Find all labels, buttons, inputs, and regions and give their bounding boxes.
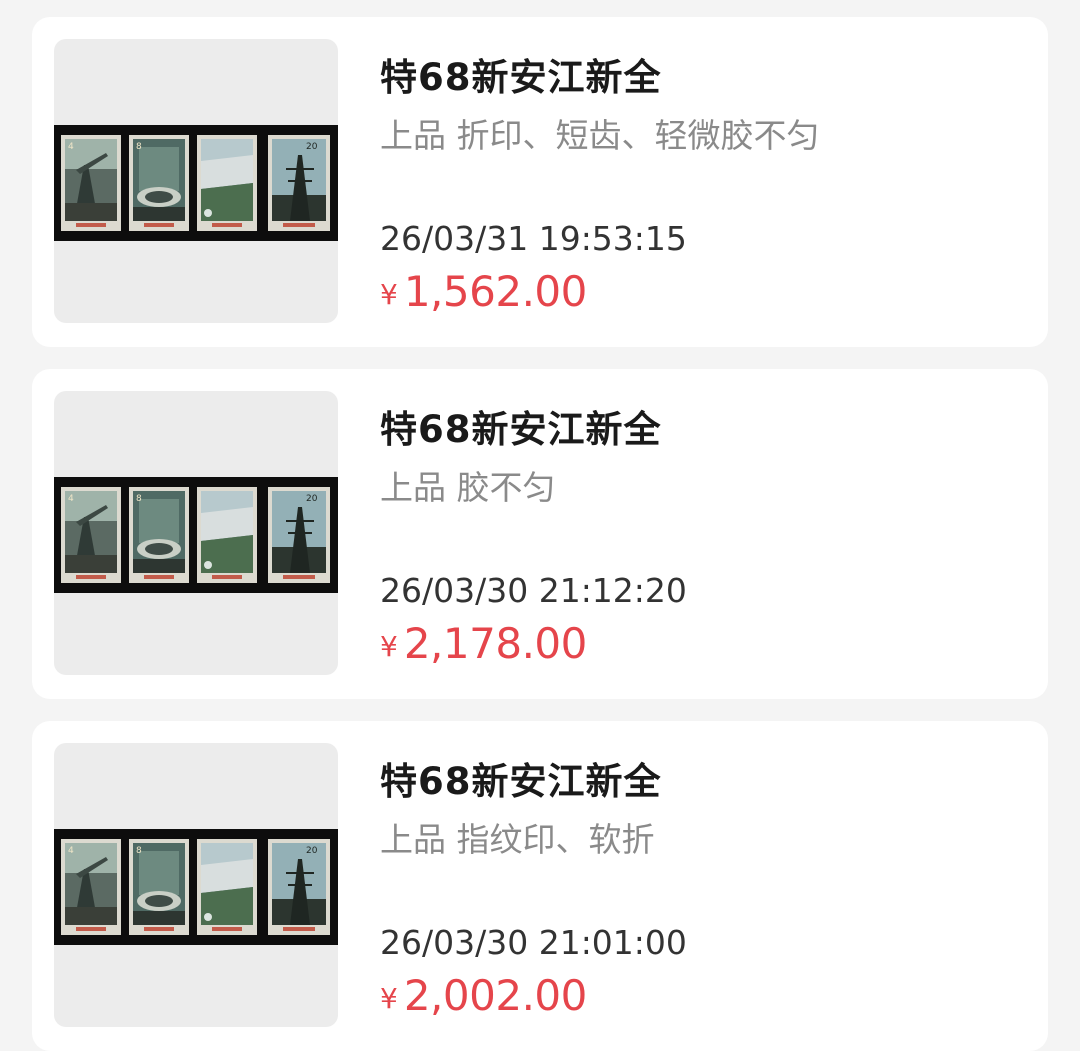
svg-text:20: 20 [306,142,318,152]
stamp-set-image: 4 8 20 [54,477,338,593]
stamp-set-thumbnail[interactable]: 4 8 20 [54,391,338,675]
listing-condition: 上品 指纹印、软折 [380,820,655,859]
price-amount: 2,002.00 [403,971,588,1020]
stamp-set-image: 4 8 20 [54,829,338,945]
stamp-set-thumbnail[interactable]: 4 8 20 [54,39,338,323]
currency-symbol: ¥ [380,982,398,1015]
svg-text:20: 20 [306,846,318,856]
svg-text:8: 8 [136,846,142,856]
listing-title[interactable]: 特68新安江新全 [380,751,662,805]
svg-text:8: 8 [136,494,142,504]
svg-text:20: 20 [306,494,318,504]
listing-condition: 上品 折印、短齿、轻微胶不匀 [380,116,820,155]
listing-price: ¥1,562.00 [380,267,587,316]
listing-card[interactable]: 4 8 20 特68新安江新全 上品 指纹印、软折 26/03/30 21:01… [32,721,1048,1051]
svg-text:8: 8 [136,142,142,152]
listing-card[interactable]: 4 8 20 特68新安江新全 上品 胶不匀 26/03/30 21:12:20… [32,369,1048,699]
listing-price: ¥2,002.00 [380,971,587,1020]
svg-text:4: 4 [68,142,74,152]
currency-symbol: ¥ [380,630,398,663]
listing-price: ¥2,178.00 [380,619,587,668]
price-amount: 1,562.00 [403,267,588,316]
listing-list: 4 8 20 特68新安江新全 上品 折印、短齿、轻微胶不匀 26/03/31 … [0,0,1080,1051]
listing-timestamp: 26/03/30 21:12:20 [380,571,687,610]
listing-timestamp: 26/03/31 19:53:15 [380,219,687,258]
price-amount: 2,178.00 [403,619,588,668]
listing-timestamp: 26/03/30 21:01:00 [380,923,687,962]
listing-condition: 上品 胶不匀 [380,468,556,507]
svg-text:4: 4 [68,494,74,504]
stamp-set-thumbnail[interactable]: 4 8 20 [54,743,338,1027]
listing-card[interactable]: 4 8 20 特68新安江新全 上品 折印、短齿、轻微胶不匀 26/03/31 … [32,17,1048,347]
listing-title[interactable]: 特68新安江新全 [380,399,662,453]
stamp-set-image: 4 8 20 [54,125,338,241]
listing-title[interactable]: 特68新安江新全 [380,47,662,101]
svg-text:4: 4 [68,846,74,856]
currency-symbol: ¥ [380,278,398,311]
